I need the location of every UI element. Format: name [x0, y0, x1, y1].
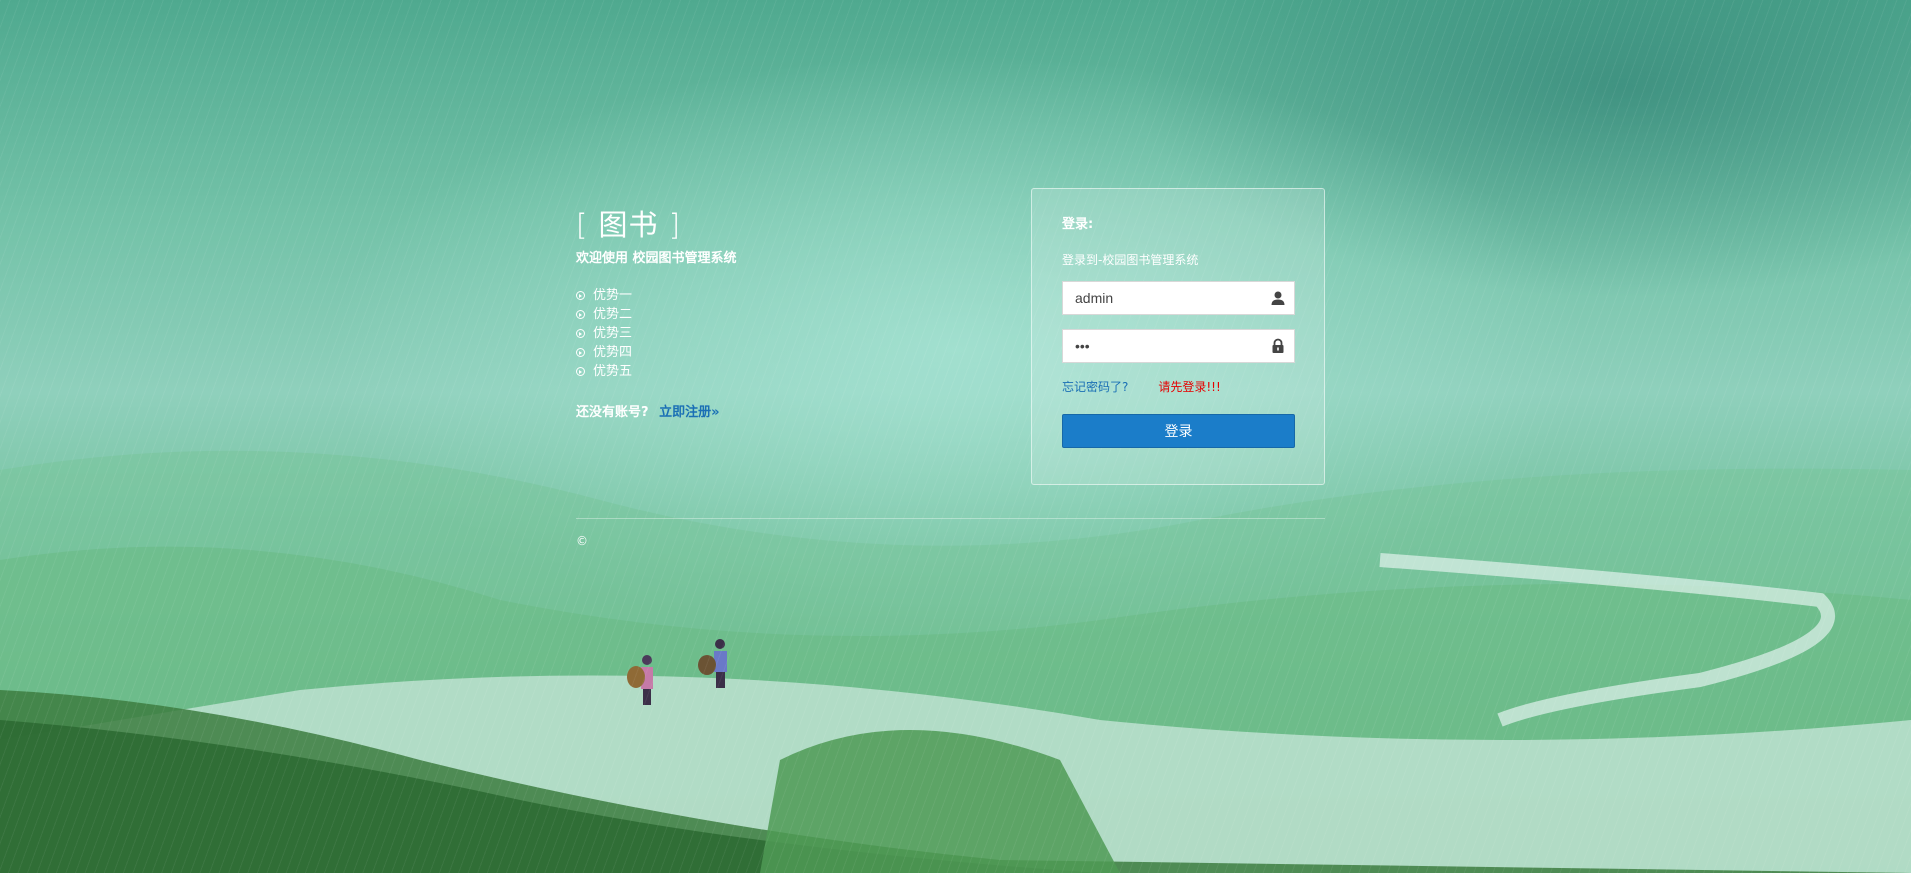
rain-overlay: [0, 0, 1911, 873]
footer-divider: [576, 518, 1325, 519]
feature-item: 优势四: [576, 343, 976, 362]
forgot-password-link[interactable]: 忘记密码了?: [1062, 379, 1128, 395]
password-input[interactable]: [1063, 330, 1277, 362]
user-icon: [1271, 291, 1285, 305]
feature-label: 优势一: [593, 288, 633, 303]
login-heading: 登录:: [1062, 217, 1094, 232]
login-links-row: 忘记密码了? 请先登录!!!: [1062, 379, 1294, 395]
feature-label: 优势五: [593, 364, 633, 379]
login-error-message: 请先登录!!!: [1158, 380, 1221, 394]
register-prompt: 还没有账号?: [576, 405, 649, 420]
circle-arrow-icon: [576, 291, 585, 300]
intro-panel: [ 图书 ] 欢迎使用 校园图书管理系统 优势一 优势二 优势三 优势四 优势五…: [576, 204, 976, 420]
register-link[interactable]: 立即注册»: [659, 405, 719, 420]
feature-item: 优势三: [576, 324, 976, 343]
feature-label: 优势二: [593, 307, 633, 322]
username-input[interactable]: [1063, 282, 1277, 314]
feature-item: 优势一: [576, 286, 976, 305]
password-field: [1062, 329, 1295, 363]
login-panel: 登录: 登录到-校园图书管理系统 忘记密码了? 请先登录!!! 登录: [1031, 188, 1325, 485]
feature-item: 优势五: [576, 362, 976, 381]
login-subtitle: 登录到-校园图书管理系统: [1062, 253, 1199, 267]
lock-icon: [1272, 338, 1284, 353]
feature-label: 优势四: [593, 345, 633, 360]
feature-item: 优势二: [576, 305, 976, 324]
feature-label: 优势三: [593, 326, 633, 341]
copyright-text: ©: [576, 534, 588, 548]
circle-arrow-icon: [576, 348, 585, 357]
register-row: 还没有账号? 立即注册»: [576, 401, 976, 420]
circle-arrow-icon: [576, 310, 585, 319]
feature-list: 优势一 优势二 优势三 优势四 优势五: [576, 286, 976, 381]
circle-arrow-icon: [576, 329, 585, 338]
username-field: [1062, 281, 1295, 315]
brand-title: [ 图书 ]: [576, 208, 682, 242]
welcome-text: 欢迎使用 校园图书管理系统: [576, 251, 737, 266]
circle-arrow-icon: [576, 367, 585, 376]
login-button[interactable]: 登录: [1062, 414, 1295, 448]
